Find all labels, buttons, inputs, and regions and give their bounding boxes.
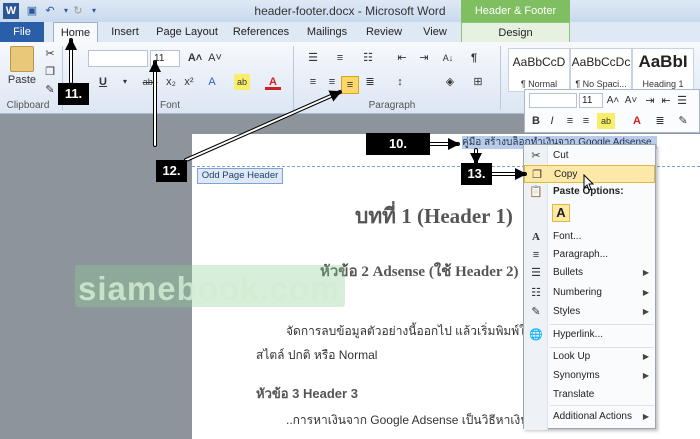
- callout-13: 13.: [461, 163, 492, 185]
- callout-10: 10.: [366, 133, 430, 155]
- callout-12: 12.: [156, 160, 187, 182]
- tutorial-arrows: [65, 38, 527, 180]
- callout-11: 11.: [58, 83, 89, 105]
